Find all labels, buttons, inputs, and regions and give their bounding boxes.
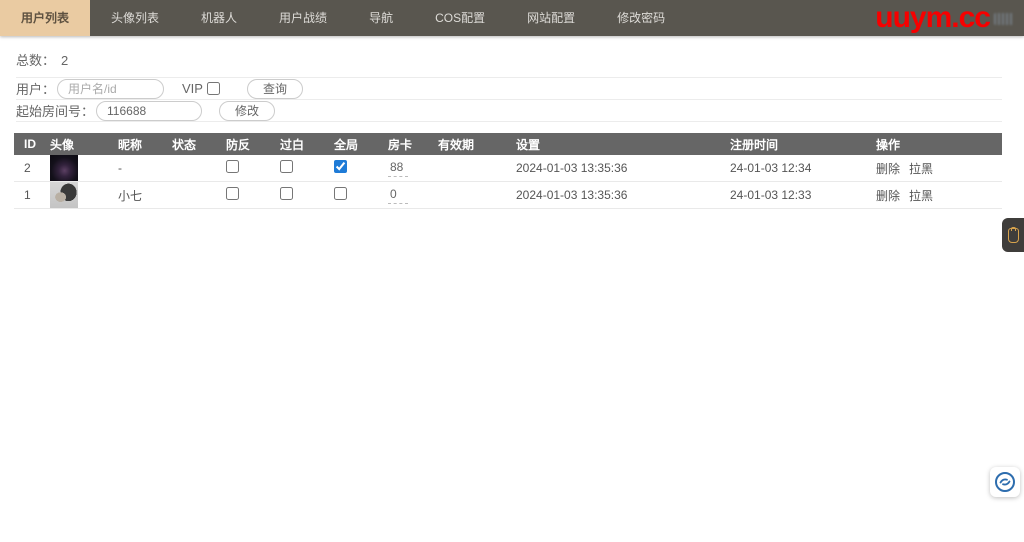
tab-user-records[interactable]: 用户战绩 [258,0,348,36]
room-label: 起始房间号： [16,104,95,119]
roomcard-editable-value[interactable]: 88 [388,159,408,177]
vip-label: VIP [182,81,203,96]
col-header-avatar: 头像 [40,133,108,155]
antireverse-checkbox[interactable] [226,160,239,173]
cell-settings: 2024-01-03 13:35:36 [506,155,720,182]
cell-status [162,181,216,209]
table-row: 2 - 88 2024-01-03 13:35:36 24-01-03 12:3… [14,155,1002,182]
cell-nickname: - [108,155,162,182]
global-checkbox[interactable] [334,187,347,200]
col-header-validity: 有效期 [428,133,506,155]
cell-regtime: 24-01-03 12:33 [720,181,866,209]
delete-link[interactable]: 删除 [876,189,900,203]
antireverse-checkbox[interactable] [226,187,239,200]
total-label: 总数： [16,53,56,68]
search-button[interactable]: 查询 [246,78,303,99]
contact-floater[interactable] [1002,218,1024,252]
room-filter-row: 起始房间号： 修改 [16,100,1002,122]
whitelist-checkbox[interactable] [280,160,293,173]
vip-checkbox[interactable] [206,82,220,95]
global-checkbox[interactable] [334,160,347,173]
tab-change-password[interactable]: 修改密码 [596,0,686,36]
user-label: 用户： [16,82,56,97]
cell-validity [428,155,506,182]
summary-row: 总数： 2 [16,36,1002,78]
top-nav: 用户列表 头像列表 机器人 用户战绩 导航 COS配置 网站配置 修改密码 uu… [0,0,1024,36]
col-header-status: 状态 [162,133,216,155]
shield-icon [1007,226,1019,243]
cell-settings: 2024-01-03 13:35:36 [506,181,720,209]
col-header-global: 全局 [324,133,378,155]
service-floater[interactable] [990,467,1020,497]
cell-id: 2 [14,155,40,182]
col-header-actions: 操作 [866,133,1002,155]
tab-cos-config[interactable]: COS配置 [414,0,506,36]
user-filter-row: 用户： VIP 查询 [16,78,1002,100]
blacklist-link[interactable]: 拉黑 [909,162,933,176]
delete-link[interactable]: 删除 [876,162,900,176]
room-number-input[interactable] [96,100,203,121]
col-header-roomcard: 房卡 [378,133,428,155]
site-logo: uuym.cc [875,1,991,34]
whitelist-checkbox[interactable] [280,187,293,200]
user-avatar [50,155,78,181]
cell-validity [428,181,506,209]
cell-nickname: 小七 [108,181,162,209]
col-header-regtime: 注册时间 [720,133,866,155]
user-search-input[interactable] [57,78,165,99]
col-header-nickname: 昵称 [108,133,162,155]
cell-regtime: 24-01-03 12:34 [720,155,866,182]
table-header-row: ID 头像 昵称 状态 防反 过白 全局 房卡 有效期 设置 注册时间 操作 [14,133,1002,155]
blurred-watermark [994,13,1014,25]
tab-user-list[interactable]: 用户列表 [0,0,91,36]
tab-robot[interactable]: 机器人 [180,0,258,36]
cell-id: 1 [14,181,40,209]
col-header-id: ID [14,133,40,155]
service-badge-icon [995,472,1015,492]
users-table: ID 头像 昵称 状态 防反 过白 全局 房卡 有效期 设置 注册时间 操作 2… [14,133,1002,209]
tab-navigation[interactable]: 导航 [348,0,414,36]
table-row: 1 小七 0 2024-01-03 13:35:36 24-01-03 12:3… [14,181,1002,209]
user-avatar [50,182,78,208]
col-header-settings: 设置 [506,133,720,155]
total-value: 2 [61,53,69,68]
blacklist-link[interactable]: 拉黑 [909,189,933,203]
tab-site-config[interactable]: 网站配置 [506,0,596,36]
col-header-whitelist: 过白 [270,133,324,155]
cell-status [162,155,216,182]
tab-avatar-list[interactable]: 头像列表 [90,0,180,36]
col-header-antireverse: 防反 [216,133,270,155]
modify-button[interactable]: 修改 [219,100,276,121]
roomcard-editable-value[interactable]: 0 [388,186,408,204]
